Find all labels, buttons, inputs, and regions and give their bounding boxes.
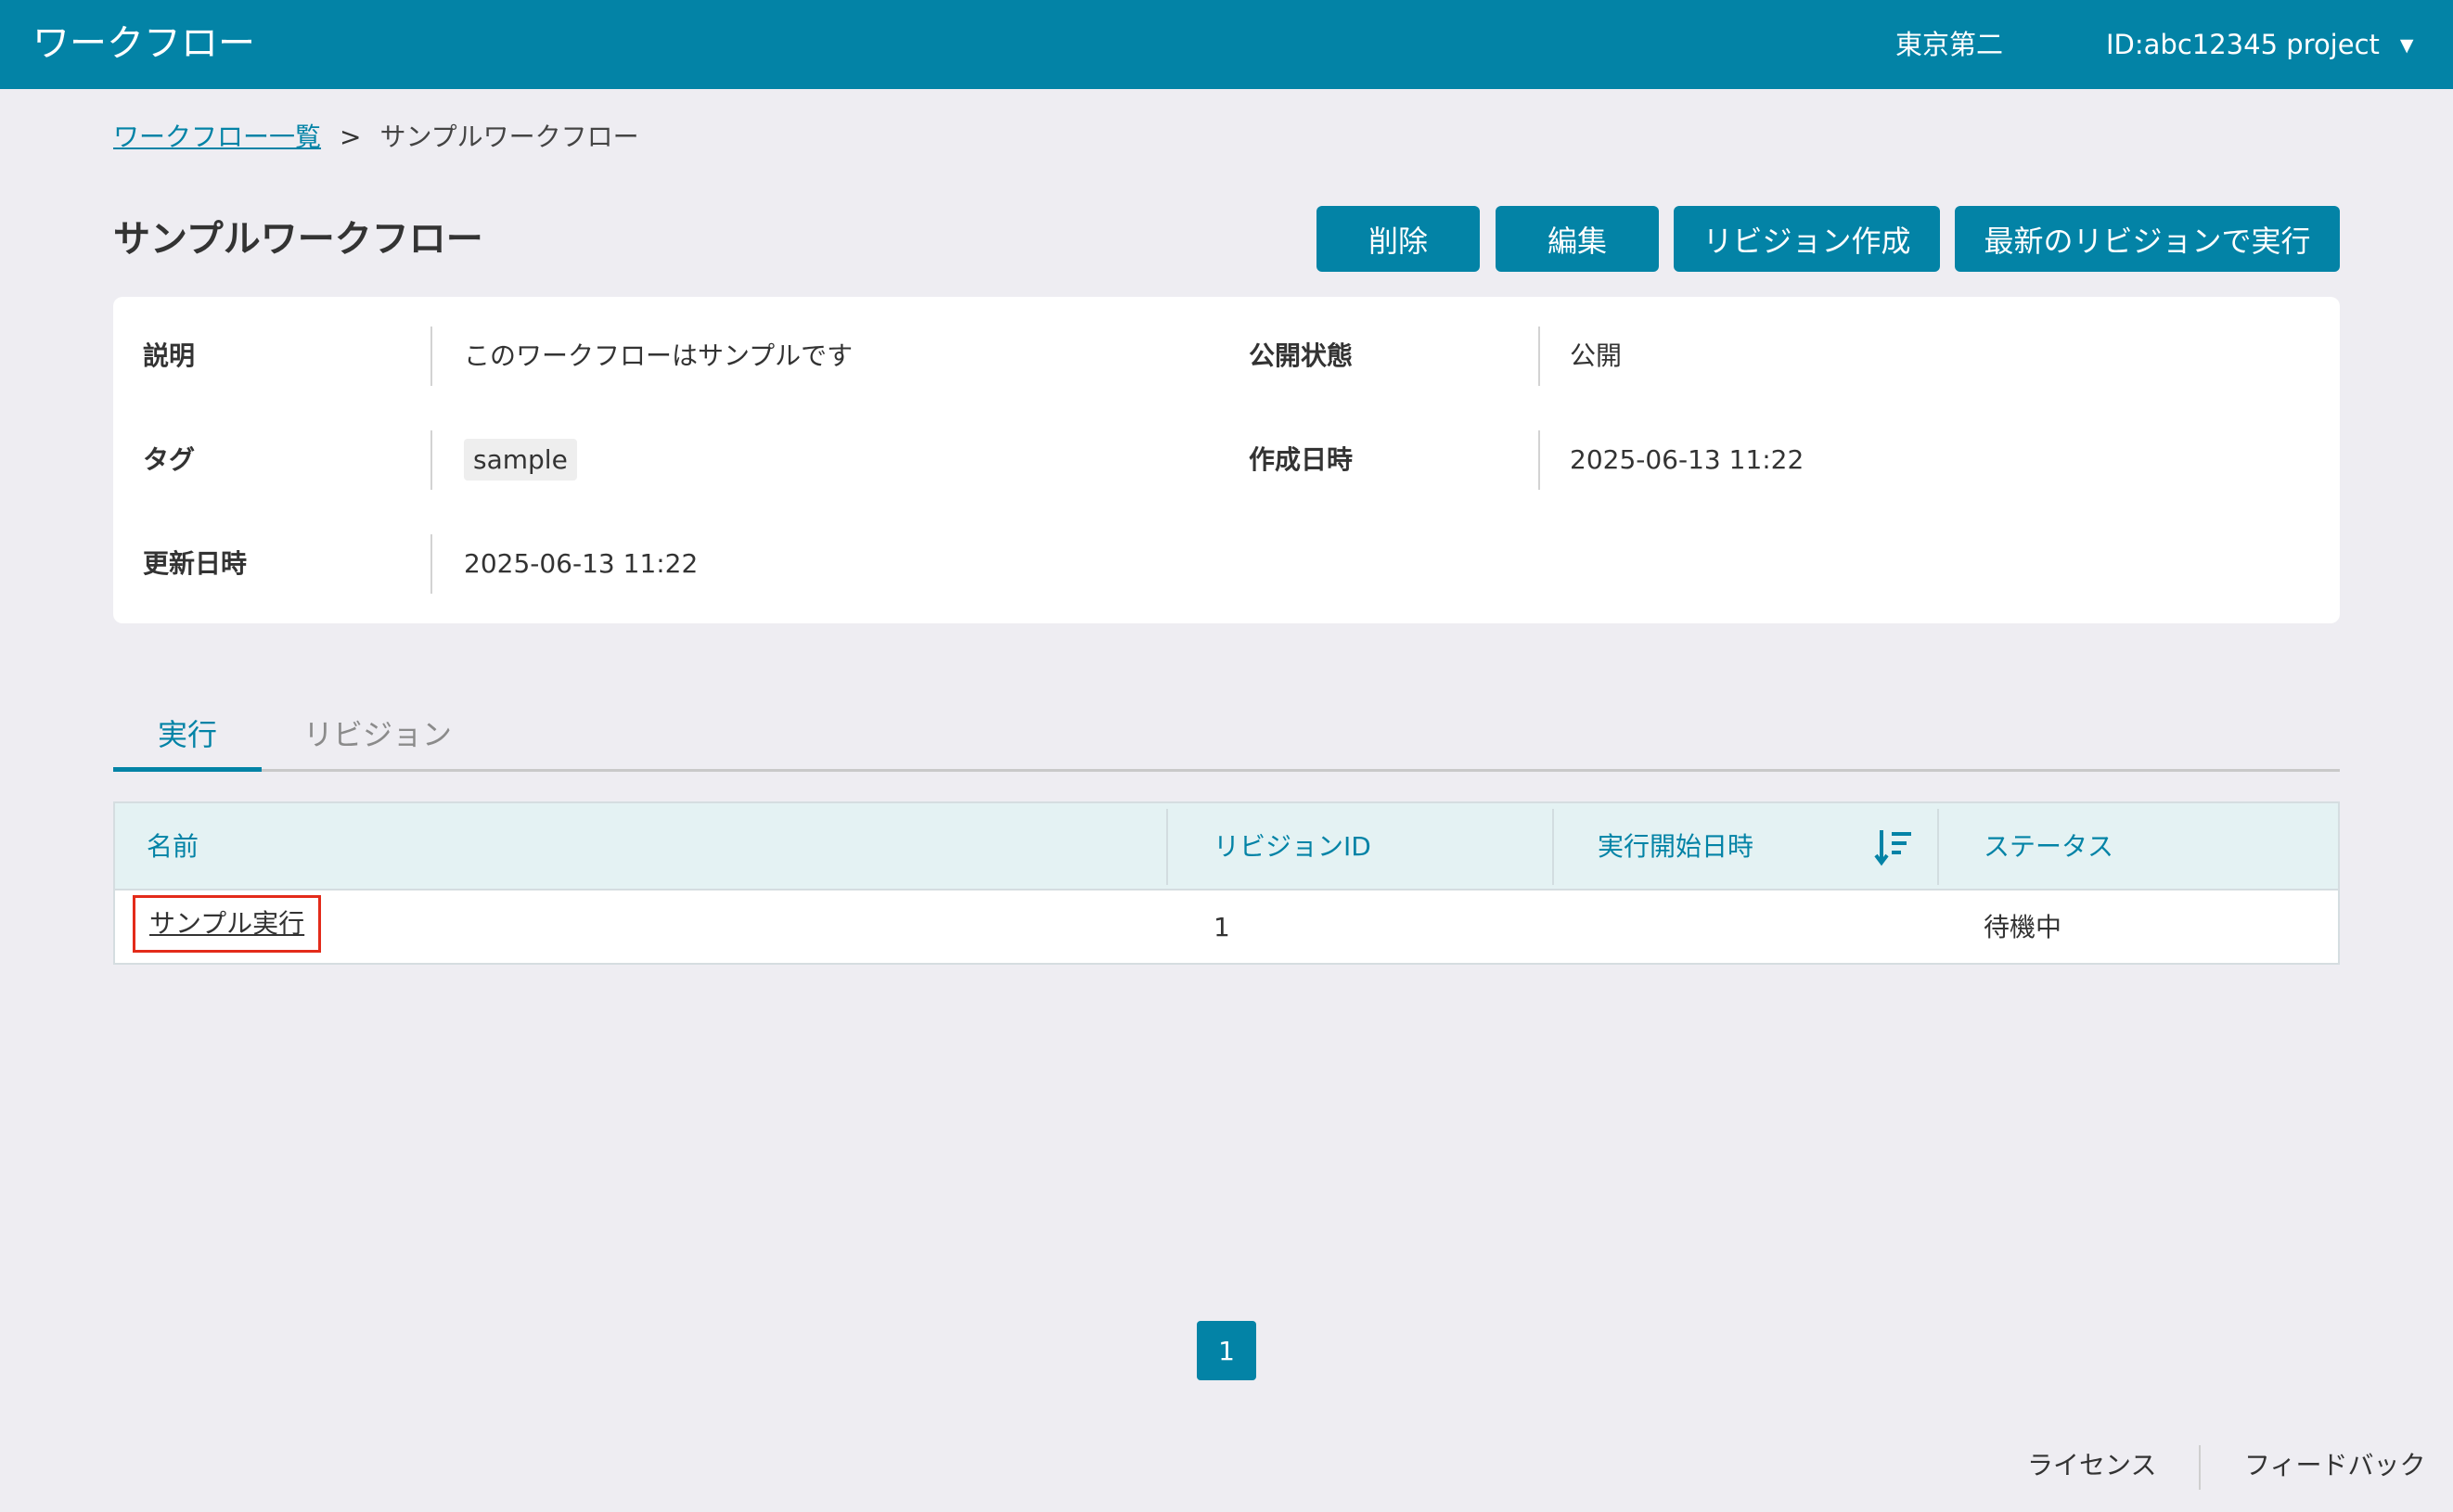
table-header: 名前 リビジョンID 実行開始日時 ステータス (115, 803, 2338, 891)
breadcrumb: ワークフロー一覧 > サンプルワークフロー (113, 119, 639, 156)
visibility-value: 公開 (1570, 340, 1623, 371)
divider (430, 534, 432, 594)
divider (2199, 1445, 2201, 1490)
divider (1937, 809, 1939, 885)
updated-label: 更新日時 (143, 548, 248, 579)
tags-label: タグ (143, 444, 196, 475)
workflow-details-card: 説明 このワークフローはサンプルです 公開状態 公開 タグ sample 作成日… (113, 297, 2340, 623)
column-header-status: ステータス (1984, 831, 2114, 862)
divider (1552, 809, 1554, 885)
pagination-page-button[interactable]: 1 (1197, 1321, 1256, 1380)
tab-runs[interactable]: 実行 (113, 705, 262, 772)
delete-button[interactable]: 削除 (1316, 206, 1480, 272)
description-value: このワークフローはサンプルです (464, 340, 854, 371)
top-bar: ワークフロー 東京第二 ID:abc12345 project ▼ (0, 0, 2453, 89)
feedback-link[interactable]: フィードバック (2244, 1447, 2425, 1484)
sort-descending-icon[interactable] (1874, 827, 1915, 868)
organization-name: 東京第二 (1895, 29, 2004, 60)
tab-bar: 実行 リビジョン (113, 705, 2340, 772)
run-latest-revision-button[interactable]: 最新のリビジョンで実行 (1955, 206, 2340, 272)
divider (430, 430, 432, 490)
divider (430, 327, 432, 386)
caret-down-icon: ▼ (2399, 35, 2414, 56)
breadcrumb-separator: > (340, 122, 362, 152)
created-value: 2025-06-13 11:22 (1570, 444, 1804, 475)
tab-revisions[interactable]: リビジョン (280, 705, 475, 772)
column-header-revision-id: リビジョンID (1214, 831, 1371, 862)
breadcrumb-workflow-list-link[interactable]: ワークフロー一覧 (113, 122, 321, 152)
description-label: 説明 (143, 340, 196, 371)
visibility-label: 公開状態 (1249, 340, 1354, 371)
tag-list: sample (464, 439, 577, 481)
divider (1538, 430, 1540, 490)
page-title: サンプルワークフロー (113, 218, 483, 261)
run-name-link[interactable]: サンプル実行 (133, 895, 322, 953)
license-link[interactable]: ライセンス (2027, 1447, 2156, 1484)
status-cell: 待機中 (1984, 912, 2062, 942)
app-title[interactable]: ワークフロー (32, 20, 255, 67)
column-header-started-at: 実行開始日時 (1598, 831, 1754, 862)
project-selector[interactable]: ID:abc12345 project ▼ (2106, 26, 2414, 64)
revision-id-cell: 1 (1214, 912, 1230, 942)
create-revision-button[interactable]: リビジョン作成 (1674, 206, 1940, 272)
project-label: ID:abc12345 project (2106, 29, 2380, 60)
divider (1538, 327, 1540, 386)
created-label: 作成日時 (1249, 444, 1354, 475)
tag-chip: sample (464, 439, 577, 481)
updated-value: 2025-06-13 11:22 (464, 548, 699, 579)
breadcrumb-current: サンプルワークフロー (379, 122, 639, 152)
divider (1166, 809, 1168, 885)
edit-button[interactable]: 編集 (1496, 206, 1659, 272)
column-header-name: 名前 (147, 831, 199, 862)
runs-table: 名前 リビジョンID 実行開始日時 ステータス サンプル実行 1 待機中 (113, 801, 2340, 965)
